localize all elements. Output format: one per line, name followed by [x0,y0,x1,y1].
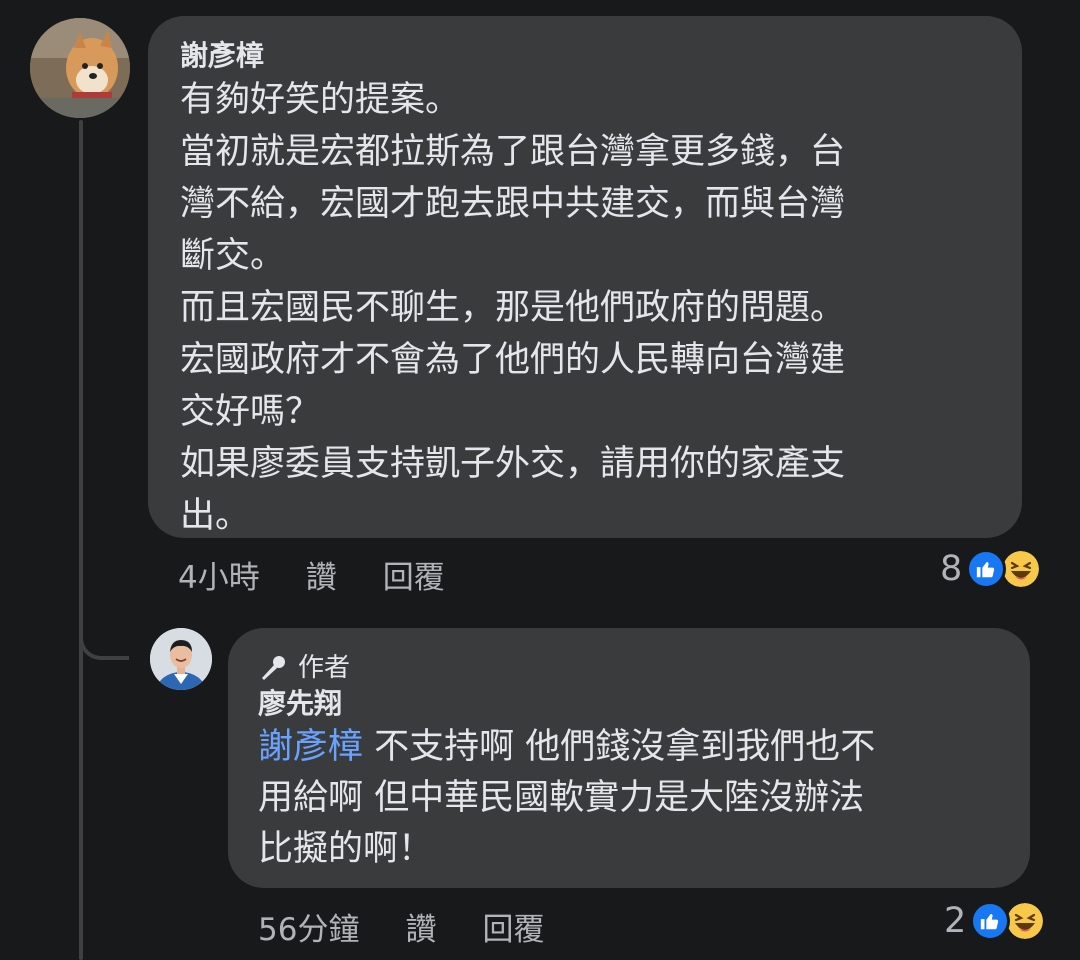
avatar[interactable] [30,18,130,118]
author-badge: 作者 [258,650,1000,686]
reply-bubble: 作者 廖先翔 謝彥樟 不支持啊 他們錢沒拿到我們也不 用給啊 但中華民國軟實力是… [228,628,1030,888]
comment-line: 宏國政府才不會為了他們的人民轉向台灣建 [180,340,846,380]
avatar[interactable] [150,628,212,690]
comment-meta-row: 4小時 讚 回覆 [178,552,491,597]
reply-meta-row: 56分鐘 讚 回覆 [258,904,590,949]
reply-author-name[interactable]: 廖先翔 [258,686,1000,722]
reply-link[interactable]: 回覆 [383,552,445,597]
comment-line: 斷交。 [180,236,286,276]
thread-line [79,120,83,960]
dog-avatar-image [30,18,130,118]
haha-reaction-icon [1004,900,1047,942]
comment-timestamp[interactable]: 4小時 [178,552,260,597]
haha-reaction-icon [1000,548,1043,590]
reaction-count: 2 [944,901,967,941]
comment-line: 出。 [180,496,251,536]
like-link[interactable]: 讚 [405,904,436,949]
reply-text: 謝彥樟 不支持啊 他們錢沒拿到我們也不 用給啊 但中華民國軟實力是大陸沒辦法 比… [258,722,1008,875]
reaction-summary[interactable]: 8 [940,548,1043,590]
reply-line: 用給啊 但中華民國軟實力是大陸沒辦法 [258,778,865,818]
reply-timestamp[interactable]: 56分鐘 [258,904,359,949]
reply-line: 不支持啊 他們錢沒拿到我們也不 [363,727,876,767]
reaction-count: 8 [940,549,963,589]
microphone-icon [262,656,285,680]
reply-line: 比擬的啊！ [258,829,434,869]
like-link[interactable]: 讚 [306,552,337,597]
comment-line: 如果廖委員支持凱子外交，請用你的家產支 [180,444,846,484]
mention-link[interactable]: 謝彥樟 [258,727,363,767]
comment-text: 有夠好笑的提案。 當初就是宏都拉斯為了跟台灣拿更多錢，台 灣不給，宏國才跑去跟中… [180,74,990,542]
comment-line: 而且宏國民不聊生，那是他們政府的問題。 [180,288,846,328]
thread-connector [79,600,129,660]
comment-bubble: 謝彥樟 有夠好笑的提案。 當初就是宏都拉斯為了跟台灣拿更多錢，台 灣不給，宏國才… [148,16,1022,538]
reaction-summary[interactable]: 2 [944,900,1047,942]
like-reaction-icon [970,901,1011,941]
reply-link[interactable]: 回覆 [482,904,544,949]
person-avatar-image [150,628,212,690]
comment-author-name[interactable]: 謝彥樟 [180,38,990,74]
comment-line: 有夠好笑的提案。 [180,80,461,120]
comment-line: 交好嗎？ [180,392,321,432]
like-reaction-icon [966,549,1007,589]
comment-line: 灣不給，宏國才跑去跟中共建交，而與台灣 [180,184,846,224]
comment-line: 當初就是宏都拉斯為了跟台灣拿更多錢，台 [180,132,846,172]
author-badge-label: 作者 [298,653,351,683]
